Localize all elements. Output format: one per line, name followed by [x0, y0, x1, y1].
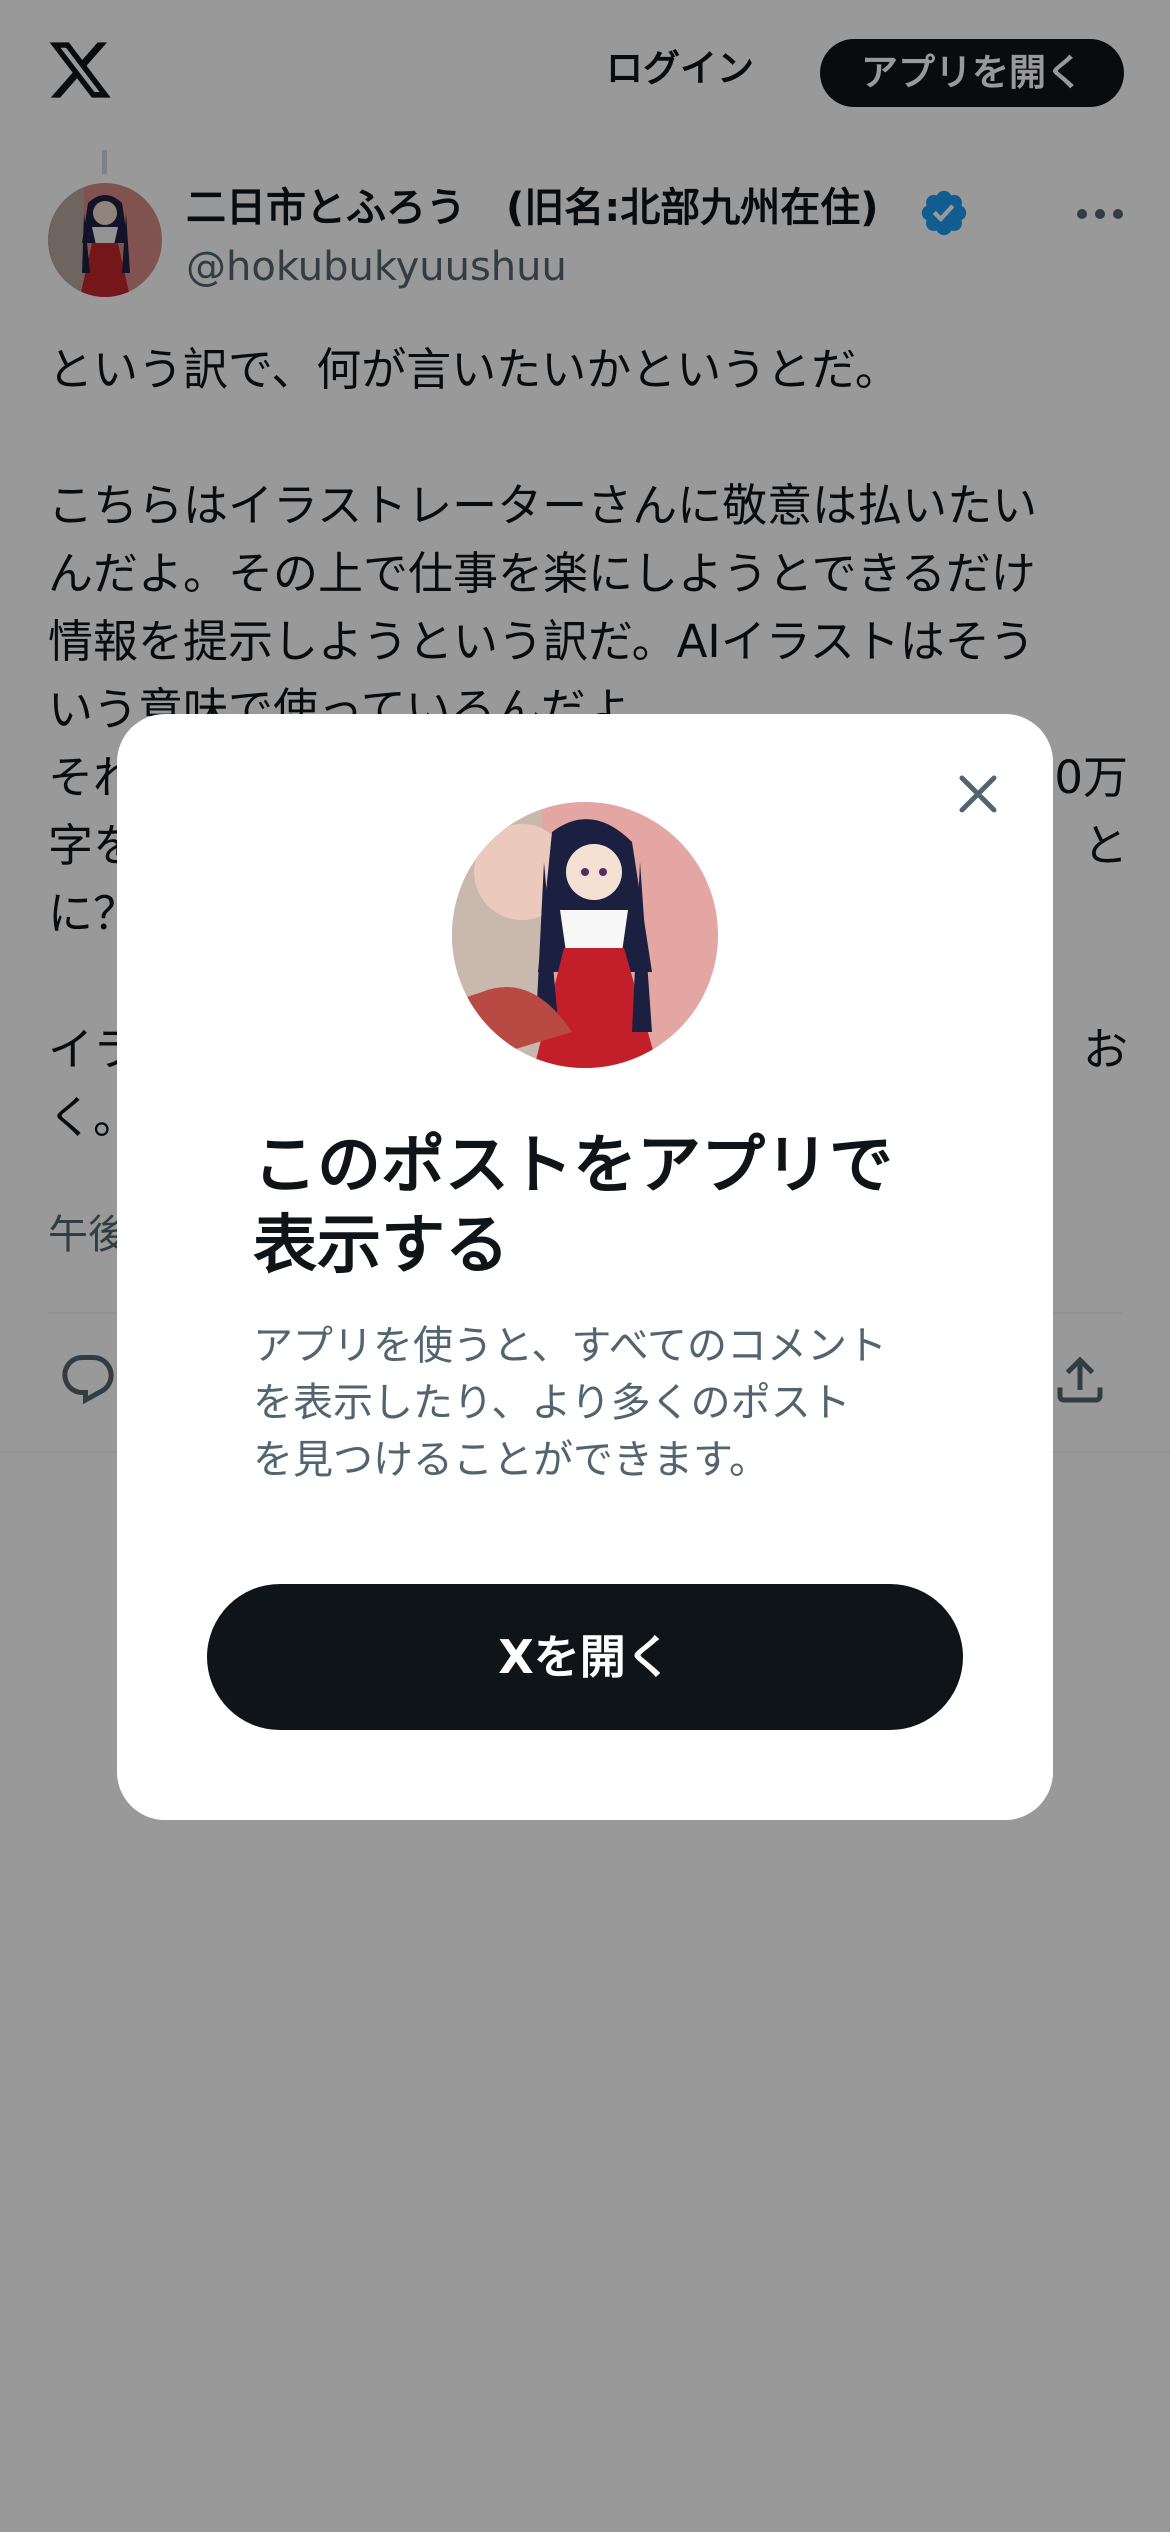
modal-title: このポストをアプリで 表示する [253, 1129, 893, 1283]
modal-avatar [452, 802, 718, 1068]
close-icon[interactable] [940, 756, 1016, 832]
modal-description: アプリを使うと、すべてのコメント を表示したり、より多くのポスト を見つけること… [253, 1323, 887, 1483]
open-x-button[interactable]: Xを開く [207, 1584, 963, 1730]
page: ログイン アプリを開く 二日市とふろう (旧名:北部九州在住) @hokubuk… [0, 0, 1170, 2532]
